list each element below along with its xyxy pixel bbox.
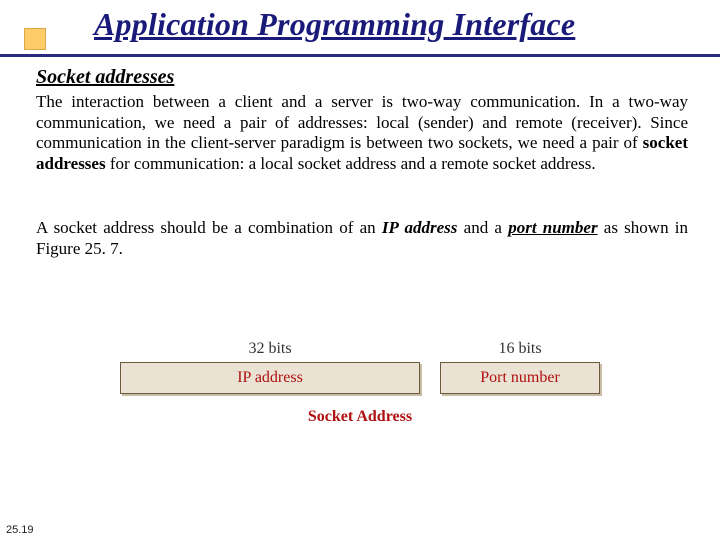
paragraph-1: The interaction between a client and a s… [36,92,688,175]
figure-caption: Socket Address [120,408,600,426]
bits-port-label: 16 bits [440,340,600,358]
para2-ip: IP address [382,218,458,237]
slide-bullet-decoration [24,28,46,50]
section-heading: Socket addresses [36,66,174,89]
paragraph-2: A socket address should be a combination… [36,218,688,259]
para2-text-c: and a [457,218,508,237]
page-number: 25.19 [6,524,34,536]
ip-address-box: IP address [120,362,420,394]
slide-title: Application Programming Interface [94,6,575,43]
para1-text-c: for communication: a local socket addres… [106,154,596,173]
title-underline [0,54,720,57]
box-row: IP address Port number [120,362,600,394]
bits-row: 32 bits 16 bits [120,340,600,358]
bits-ip-label: 32 bits [120,340,420,358]
socket-address-figure: 32 bits 16 bits IP address Port number S… [120,340,600,426]
para2-text-a: A socket address should be a combination… [36,218,382,237]
para2-port: port number [508,218,597,237]
para1-text-a: The interaction between a client and a s… [36,92,688,152]
port-number-box: Port number [440,362,600,394]
